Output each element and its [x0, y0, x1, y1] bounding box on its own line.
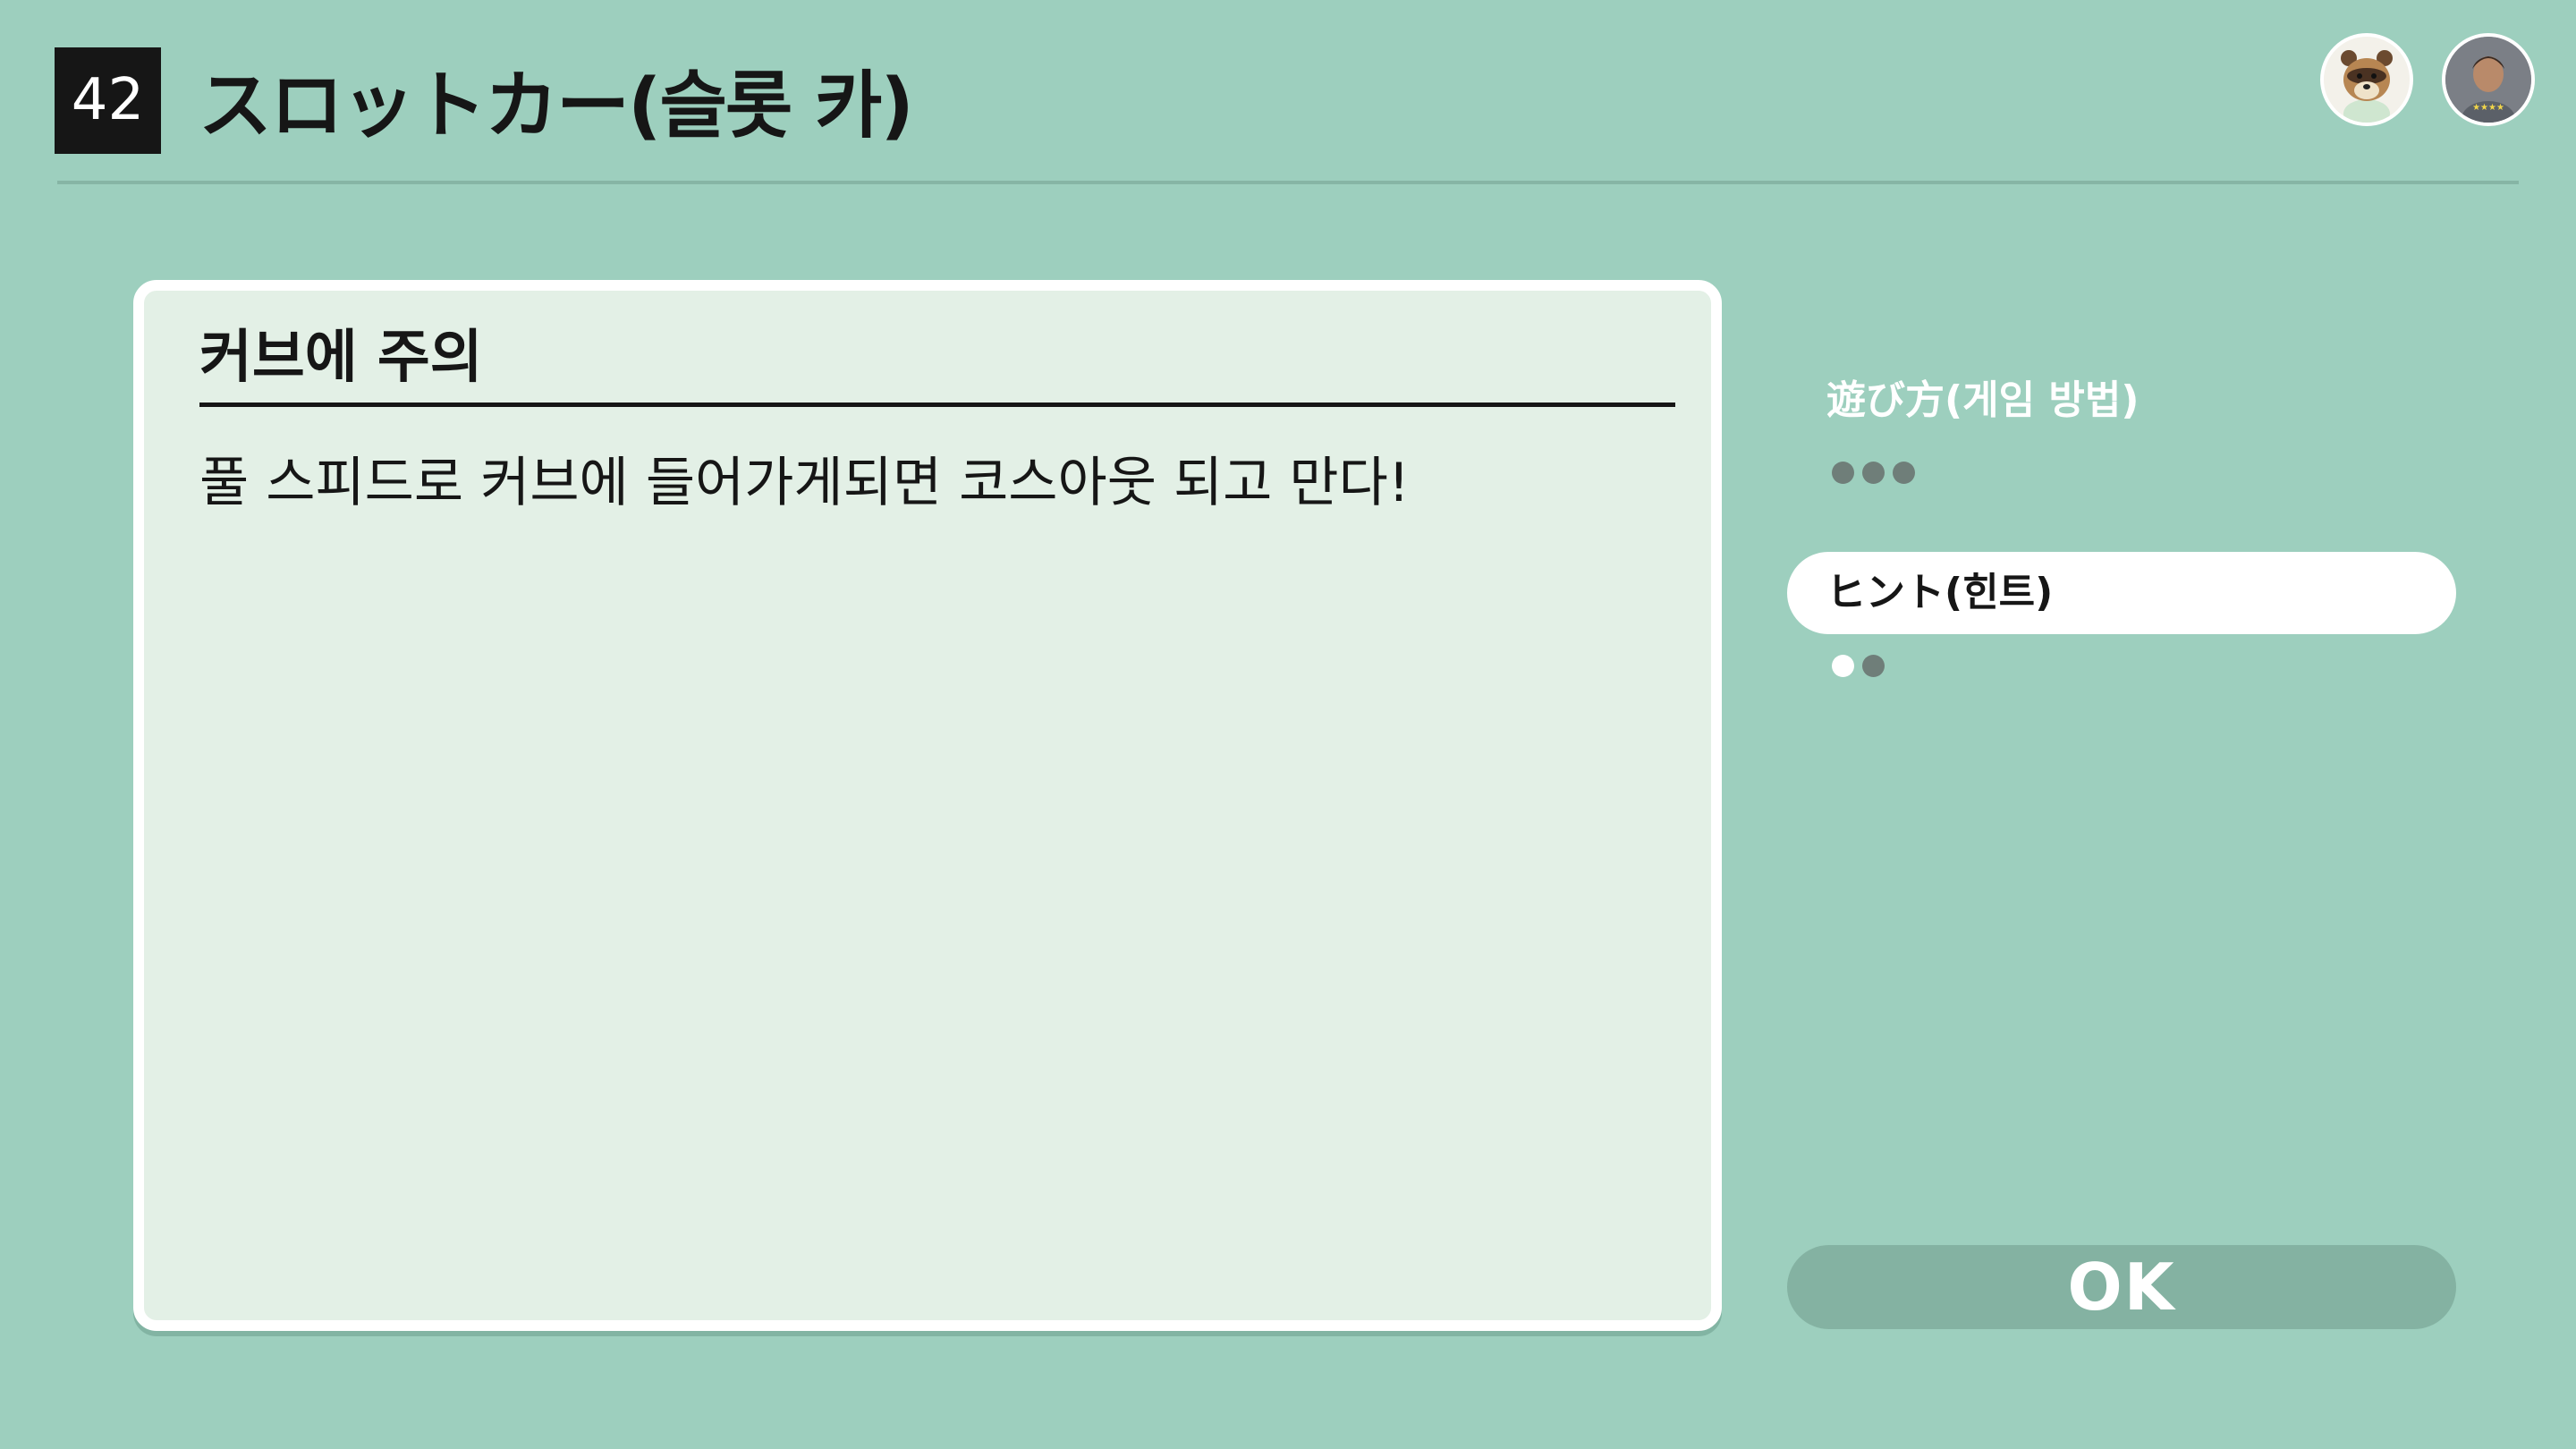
hint-heading: 커브에 주의: [199, 309, 1675, 407]
hints-page-dots: [1832, 655, 1885, 678]
ok-button[interactable]: OK: [1787, 1245, 2456, 1329]
page-dot-active: [1832, 655, 1854, 677]
villager-avatar-icon[interactable]: ★★★★: [2442, 33, 2535, 126]
game-title: スロットカー(슬롯 카): [199, 64, 914, 148]
tom-nook-avatar-icon[interactable]: [2320, 33, 2413, 126]
how-to-play-page-dots: [1832, 462, 1915, 485]
hint-card: 커브에 주의 풀 스피드로 커브에 들어가게되면 코스아웃 되고 만다!: [133, 280, 1722, 1331]
header: 42 スロットカー(슬롯 카) ★★★★: [0, 0, 2576, 188]
svg-text:★★★★: ★★★★: [2472, 103, 2504, 113]
page-dot: [1862, 655, 1885, 677]
tab-hints[interactable]: ヒント(힌트): [1787, 552, 2456, 634]
header-divider: [57, 181, 2519, 184]
page-dot: [1893, 462, 1915, 484]
hint-text: 풀 스피드로 커브에 들어가게되면 코스아웃 되고 만다!: [199, 452, 1410, 514]
tab-how-to-play[interactable]: 遊び方(게임 방법): [1787, 360, 2456, 442]
game-number-badge: 42: [55, 47, 161, 154]
page-dot: [1862, 462, 1885, 484]
page-dot: [1832, 462, 1854, 484]
